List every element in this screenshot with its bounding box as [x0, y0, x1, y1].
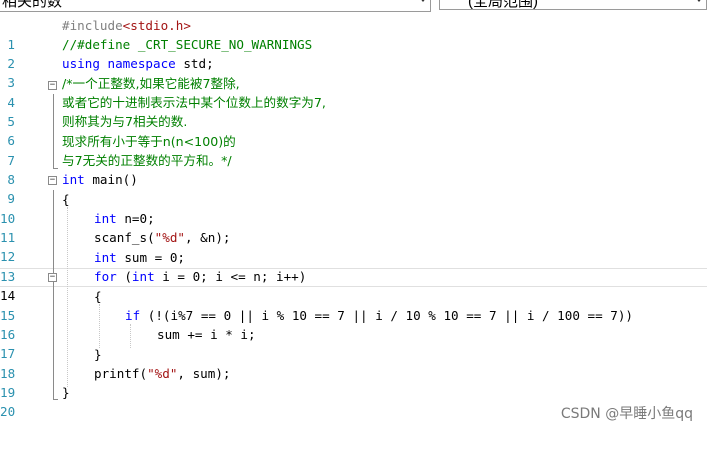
code-line-current: 14 for (int i = 0; i <= n; i++): [0, 267, 707, 303]
code-line: 6 则称其为与7相关的数.: [0, 112, 707, 148]
code-token: printf(: [94, 366, 148, 381]
navigation-bar: 相关的数 (全局范围): [0, 0, 707, 14]
code-line: 19 printf("%d", sum);: [0, 364, 707, 400]
code-text: int n=0;: [94, 209, 155, 228]
code-token: for: [94, 269, 117, 284]
chevron-down-icon: [695, 0, 703, 2]
code-token: (!(i%7 == 0 || i % 10 == 7 || i / 10 % 1…: [140, 308, 634, 323]
code-text: printf("%d", sum);: [94, 364, 231, 383]
code-line: 20 }: [0, 383, 707, 419]
code-line: 4 /*一个正整数,如果它能被7整除,: [0, 74, 707, 110]
code-line: 1 #include<stdio.h>: [0, 16, 707, 52]
code-text: int main(): [62, 170, 138, 189]
line-number: 20: [0, 404, 16, 419]
code-line: 2 //#define _CRT_SECURE_NO_WARNINGS: [0, 35, 707, 71]
code-text: scanf_s("%d", &n);: [94, 228, 231, 247]
code-text: {: [94, 289, 102, 304]
code-line: 13 int sum = 0;: [0, 248, 707, 284]
code-token: sum = 0;: [116, 250, 185, 265]
code-token: std;: [175, 56, 214, 71]
code-text: 则称其为与7相关的数.: [62, 114, 188, 129]
code-token: n=0;: [116, 211, 155, 226]
code-text: //#define _CRT_SECURE_NO_WARNINGS: [62, 37, 313, 52]
code-line: 5 或者它的十进制表示法中某个位数上的数字为7,: [0, 93, 707, 129]
code-line: 12 scanf_s("%d", &n);: [0, 228, 707, 264]
code-line: 11 int n=0;: [0, 209, 707, 245]
code-token: <stdio.h>: [122, 18, 191, 33]
code-text: 现求所有小于等于n(n<100)的: [62, 134, 236, 149]
code-line: 9 int main(): [0, 170, 707, 206]
code-token: using: [62, 56, 100, 71]
code-token: "%d": [147, 366, 178, 381]
code-token: int: [62, 172, 85, 187]
code-token: if: [125, 308, 141, 323]
code-line: 16 if (!(i%7 == 0 || i % 10 == 7 || i / …: [0, 306, 707, 342]
code-text: }: [62, 385, 70, 400]
code-text: #include<stdio.h>: [62, 16, 191, 35]
code-text: /*一个正整数,如果它能被7整除,: [62, 76, 240, 91]
code-token: #include: [62, 18, 123, 33]
code-token: namespace: [107, 56, 176, 71]
code-token: , sum);: [177, 366, 231, 381]
code-text: for (int i = 0; i <= n; i++): [94, 267, 306, 286]
code-token: int: [94, 250, 117, 265]
code-line: 10 {: [0, 190, 707, 226]
watermark: CSDN @早睡小鱼qq: [560, 406, 693, 422]
code-text: {: [62, 192, 70, 207]
chevron-down-icon: [419, 0, 427, 2]
code-text: int sum = 0;: [94, 248, 185, 267]
code-token: i = 0; i <= n; i++): [154, 269, 307, 284]
code-line: 15 {: [0, 287, 707, 323]
code-token: main(): [84, 172, 138, 187]
scope-dropdown-value: (全局范围): [468, 0, 538, 10]
code-token: "%d": [154, 230, 186, 245]
code-text: using namespace std;: [62, 54, 214, 73]
code-text: 或者它的十进制表示法中某个位数上的数字为7,: [62, 95, 326, 110]
code-text: 与7无关的正整数的平方和。*/: [62, 153, 232, 168]
code-line: 18 }: [0, 345, 707, 381]
code-token: scanf_s(: [94, 230, 155, 245]
function-dropdown-value: 相关的数: [2, 0, 63, 10]
code-token: (: [116, 269, 132, 284]
code-token: int: [94, 211, 117, 226]
code-line: 3 using namespace std;: [0, 54, 707, 90]
code-token: , &n);: [185, 230, 231, 245]
code-text: if (!(i%7 == 0 || i % 10 == 7 || i / 10 …: [125, 306, 633, 325]
function-dropdown[interactable]: 相关的数: [0, 0, 431, 12]
code-line: 8 与7无关的正整数的平方和。*/: [0, 151, 707, 187]
scope-dropdown[interactable]: (全局范围): [439, 0, 707, 10]
code-line: 17 sum += i * i;: [0, 325, 707, 361]
code-token: int: [131, 269, 155, 284]
code-line: 7 现求所有小于等于n(n<100)的: [0, 132, 707, 168]
code-text: }: [94, 347, 102, 362]
code-text: sum += i * i;: [157, 327, 256, 342]
